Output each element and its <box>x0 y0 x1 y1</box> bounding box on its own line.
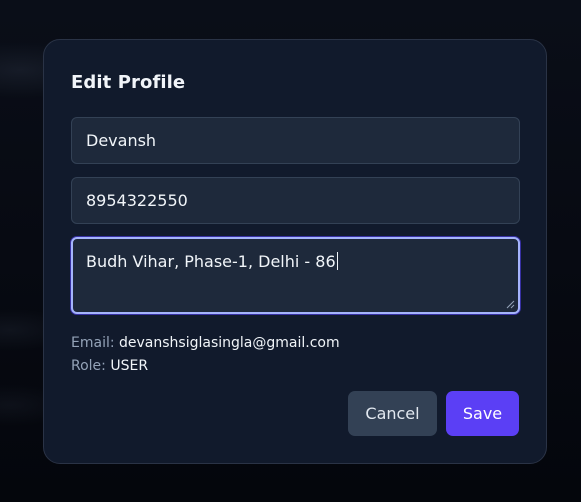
phone-input-value: 8954322550 <box>86 191 188 210</box>
modal-title: Edit Profile <box>71 72 186 93</box>
address-textarea[interactable]: Budh Vihar, Phase-1, Delhi - 86 <box>71 237 520 314</box>
email-label: Email: <box>71 335 115 351</box>
email-info: Email: devanshsiglasingla@gmail.com <box>71 335 340 351</box>
phone-input[interactable]: 8954322550 <box>71 177 520 224</box>
name-input-value: Devansh <box>86 131 157 150</box>
role-label: Role: <box>71 358 106 374</box>
role-info: Role: USER <box>71 358 148 374</box>
save-button[interactable]: Save <box>446 391 519 436</box>
address-textarea-value: Budh Vihar, Phase-1, Delhi - 86 <box>86 252 336 271</box>
text-caret <box>336 252 338 270</box>
email-value: devanshsiglasingla@gmail.com <box>119 335 340 351</box>
name-input[interactable]: Devansh <box>71 117 520 164</box>
edit-profile-modal: Edit Profile Devansh 8954322550 Budh Vih… <box>43 39 547 464</box>
role-value: USER <box>110 358 149 374</box>
cancel-button[interactable]: Cancel <box>348 391 437 436</box>
resize-grip-icon[interactable] <box>506 300 515 309</box>
